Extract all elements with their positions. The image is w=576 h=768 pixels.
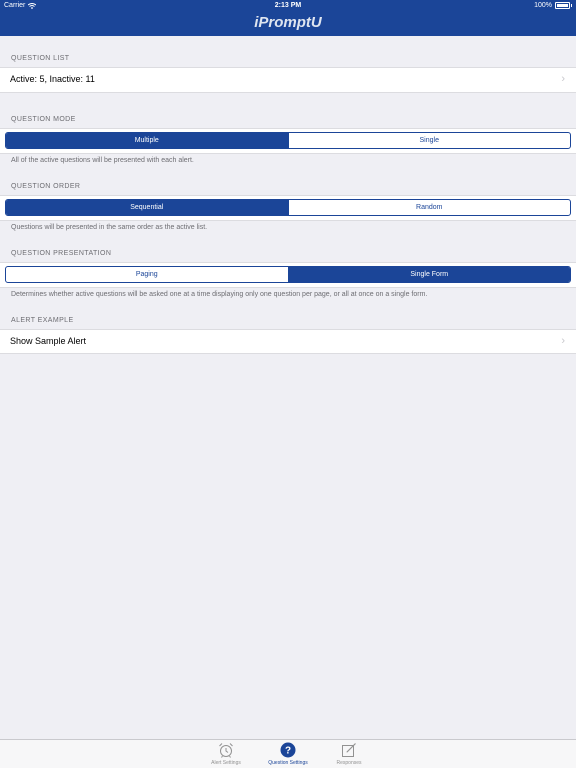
svg-text:?: ?: [285, 746, 291, 757]
question-presentation-footnote: Determines whether active questions will…: [11, 291, 428, 298]
question-list-value: Active: 5, Inactive: 11: [10, 74, 95, 84]
section-header-question-order: QUESTION ORDER: [11, 183, 81, 190]
navigation-bar: Carrier 2:13 PM 100% iPromptU: [0, 0, 576, 36]
section-header-question-mode: QUESTION MODE: [11, 116, 76, 123]
question-order-option-sequential[interactable]: Sequential: [6, 200, 288, 215]
app-logo: iPromptU: [254, 14, 322, 31]
battery-percent: 100%: [534, 2, 552, 9]
section-header-question-list: QUESTION LIST: [11, 55, 70, 62]
question-mode-segmented-control[interactable]: Multiple Single: [5, 132, 571, 149]
question-presentation-option-paging[interactable]: Paging: [6, 267, 288, 282]
tab-responses-label: Responses: [336, 760, 362, 766]
question-mode-option-single[interactable]: Single: [287, 133, 571, 148]
compose-icon: [342, 743, 356, 757]
section-header-question-presentation: QUESTION PRESENTATION: [11, 250, 112, 257]
tab-responses[interactable]: Responses: [319, 742, 379, 766]
alarm-clock-icon: [219, 743, 233, 758]
battery-tip: [571, 4, 572, 7]
tab-alert-settings-label: Alert Settings: [211, 760, 241, 766]
show-sample-alert-cell[interactable]: Show Sample Alert ›: [0, 329, 576, 354]
show-sample-alert-label: Show Sample Alert: [10, 336, 87, 346]
question-order-segmented-control[interactable]: Sequential Random: [5, 199, 571, 216]
tab-question-settings-label: Question Settings: [268, 760, 308, 766]
section-header-alert-example: ALERT EXAMPLE: [11, 317, 74, 324]
question-presentation-segmented-control[interactable]: Paging Single Form: [5, 266, 571, 283]
question-mode-option-multiple[interactable]: Multiple: [6, 133, 288, 148]
question-list-cell[interactable]: Active: 5, Inactive: 11 ›: [0, 67, 576, 93]
tab-bar: Alert Settings ? Question Settings Respo…: [0, 739, 576, 768]
battery-icon: [555, 2, 570, 9]
status-bar: Carrier 2:13 PM 100%: [0, 0, 576, 13]
question-order-footnote: Questions will be presented in the same …: [11, 224, 208, 231]
chevron-right-icon: ›: [561, 73, 565, 85]
question-icon: ?: [280, 742, 296, 758]
tab-alert-settings[interactable]: Alert Settings: [196, 742, 256, 766]
chevron-right-icon: ›: [561, 335, 565, 347]
status-time: 2:13 PM: [274, 2, 302, 9]
battery-status: 100%: [534, 2, 572, 9]
question-order-option-random[interactable]: Random: [287, 200, 571, 215]
question-mode-footnote: All of the active questions will be pres…: [11, 157, 194, 164]
tab-question-settings[interactable]: ? Question Settings: [258, 742, 318, 766]
question-presentation-option-single-form[interactable]: Single Form: [287, 267, 570, 282]
